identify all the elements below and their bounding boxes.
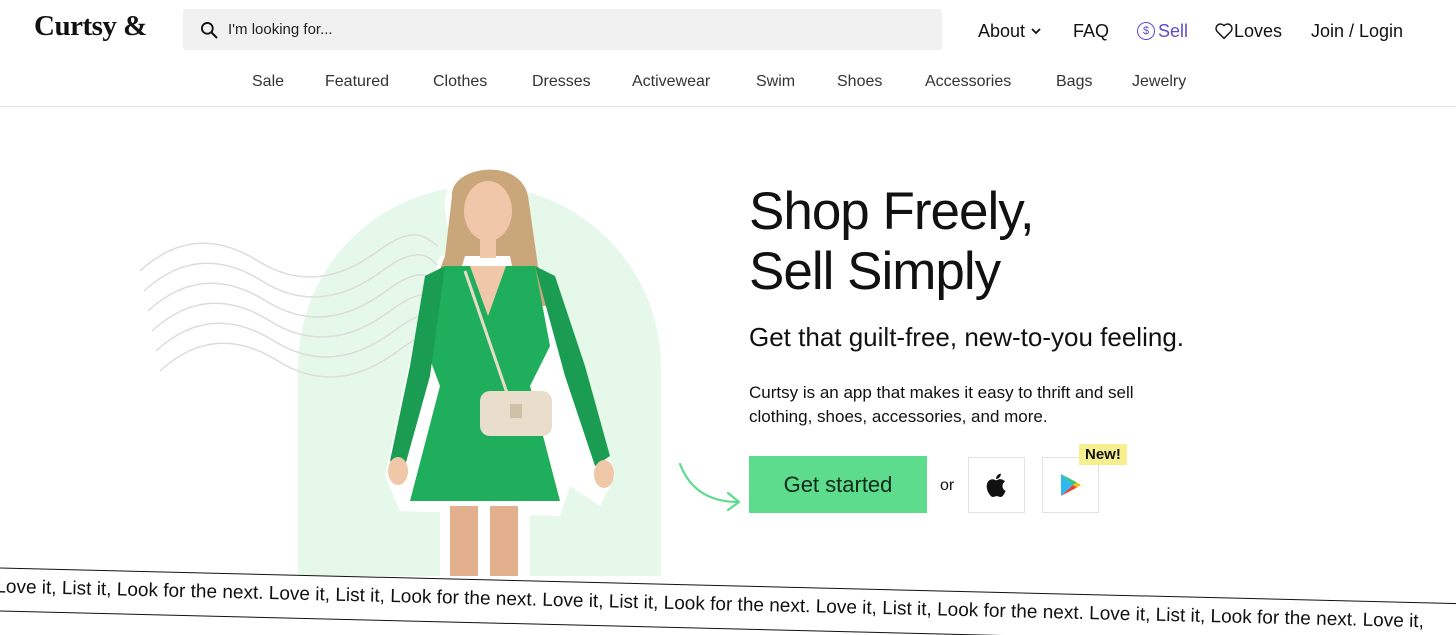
or-label: or (940, 477, 955, 494)
marquee-ticker: t. Love it, List it, Look for the next. … (0, 567, 1456, 635)
app-store-button[interactable] (968, 457, 1025, 513)
headline-line-2: Sell Simply (749, 242, 1001, 301)
nav-about[interactable]: About (978, 21, 1043, 42)
search-icon (201, 21, 218, 38)
nav-sell[interactable]: $ Sell (1137, 21, 1188, 42)
nav-about-label: About (978, 20, 1026, 41)
apple-icon (986, 473, 1006, 497)
search-bar[interactable]: I'm looking for... (183, 9, 942, 50)
category-clothes[interactable]: Clothes (433, 73, 487, 91)
nav-sell-label: Sell (1158, 20, 1189, 41)
nav-faq[interactable]: FAQ (1073, 21, 1109, 42)
category-nav: Sale Featured Clothes Dresses Activewear… (0, 62, 1456, 107)
category-accessories[interactable]: Accessories (925, 73, 1011, 91)
google-play-button[interactable] (1042, 457, 1099, 513)
category-swim[interactable]: Swim (756, 73, 795, 91)
top-header: Curtsy & I'm looking for... About FAQ $ … (0, 0, 1456, 62)
dollar-coin-icon: $ (1137, 22, 1155, 40)
arrow-icon (678, 462, 741, 512)
category-activewear[interactable]: Activewear (632, 73, 710, 91)
curtsy-logo[interactable]: Curtsy & (34, 10, 147, 43)
category-dresses[interactable]: Dresses (532, 73, 591, 91)
hero-headline: Shop Freely, Sell Simply (749, 182, 1035, 302)
category-bags[interactable]: Bags (1056, 73, 1092, 91)
category-shoes[interactable]: Shoes (837, 73, 882, 91)
category-jewelry[interactable]: Jewelry (1132, 73, 1186, 91)
google-play-icon (1060, 474, 1081, 496)
get-started-button[interactable]: Get started (749, 456, 927, 513)
heart-icon (1215, 23, 1233, 40)
hero-subhead: Get that guilt-free, new-to-you feeling. (749, 322, 1185, 352)
category-featured[interactable]: Featured (325, 73, 389, 91)
category-sale[interactable]: Sale (252, 73, 284, 91)
model-photo (385, 156, 615, 576)
new-badge: New! (1079, 444, 1127, 465)
search-placeholder: I'm looking for... (228, 21, 333, 38)
nav-loves-label: Loves (1234, 20, 1283, 41)
nav-join-login[interactable]: Join / Login (1311, 21, 1403, 42)
nav-loves[interactable]: Loves (1214, 21, 1282, 42)
chevron-down-icon (1031, 28, 1041, 35)
headline-line-1: Shop Freely, (749, 182, 1035, 241)
ticker-text: t. Love it, List it, Look for the next. … (0, 575, 1425, 633)
hero-description: Curtsy is an app that makes it easy to t… (749, 383, 1134, 426)
